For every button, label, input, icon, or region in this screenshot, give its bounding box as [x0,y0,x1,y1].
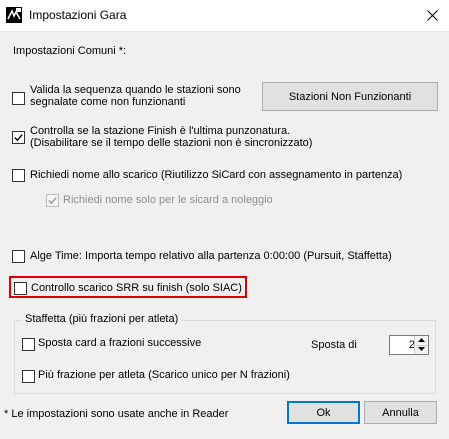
reader-note: * Le impostazioni sono usate anche in Re… [4,408,229,420]
arrow-up-icon [418,338,425,342]
title-bar: Impostazioni Gara [0,0,449,32]
arrow-down-icon [418,347,425,351]
sposta-di-label: Sposta di [311,339,357,351]
sposta-di-spinner[interactable]: 2 [389,335,429,355]
piu-frazione-checkbox[interactable] [22,370,35,383]
check-icon [48,197,57,205]
stazioni-non-funzionanti-button[interactable]: Stazioni Non Funzionanti [262,82,438,111]
alge-time-checkbox[interactable] [12,250,25,263]
common-settings-label: Impostazioni Comuni *: [13,45,127,57]
app-icon [6,7,22,23]
staffetta-legend: Staffetta (più frazioni per atleta) [22,313,182,325]
controllo-srr-checkbox[interactable] [14,282,27,295]
spinner-arrows [414,336,428,354]
annulla-button[interactable]: Annulla [364,401,437,424]
check-icon [14,134,23,142]
richiedi-nome-checkbox[interactable] [12,169,25,182]
alge-time-label: Alge Time: Importa tempo relativo alla p… [30,250,392,262]
close-icon [427,10,438,21]
window-title: Impostazioni Gara [29,8,127,22]
staffetta-groupbox [14,320,436,394]
piu-frazione-label: Più frazione per atleta (Scarico unico p… [38,369,290,381]
close-button[interactable] [416,0,449,31]
sposta-card-checkbox[interactable] [22,338,35,351]
controllo-srr-label: Controllo scarico SRR su finish (solo SI… [31,282,242,294]
richiedi-noleggio-checkbox[interactable] [46,194,59,207]
valida-sequenza-label: Valida la sequenza quando le stazioni so… [30,84,241,108]
valida-sequenza-checkbox[interactable] [12,92,25,105]
sposta-di-value[interactable]: 2 [392,339,415,351]
controlla-finish-label: Controlla se la stazione Finish è l'ulti… [30,125,313,149]
sposta-card-label: Sposta card a frazioni successive [38,337,202,349]
richiedi-noleggio-label: Richiedi nome solo per le sicard a noleg… [63,194,273,206]
richiedi-nome-label: Richiedi nome allo scarico (Riutilizzo S… [30,169,403,181]
controlla-finish-checkbox[interactable] [12,131,25,144]
spinner-down-button[interactable] [415,345,428,354]
ok-button[interactable]: Ok [287,401,360,424]
